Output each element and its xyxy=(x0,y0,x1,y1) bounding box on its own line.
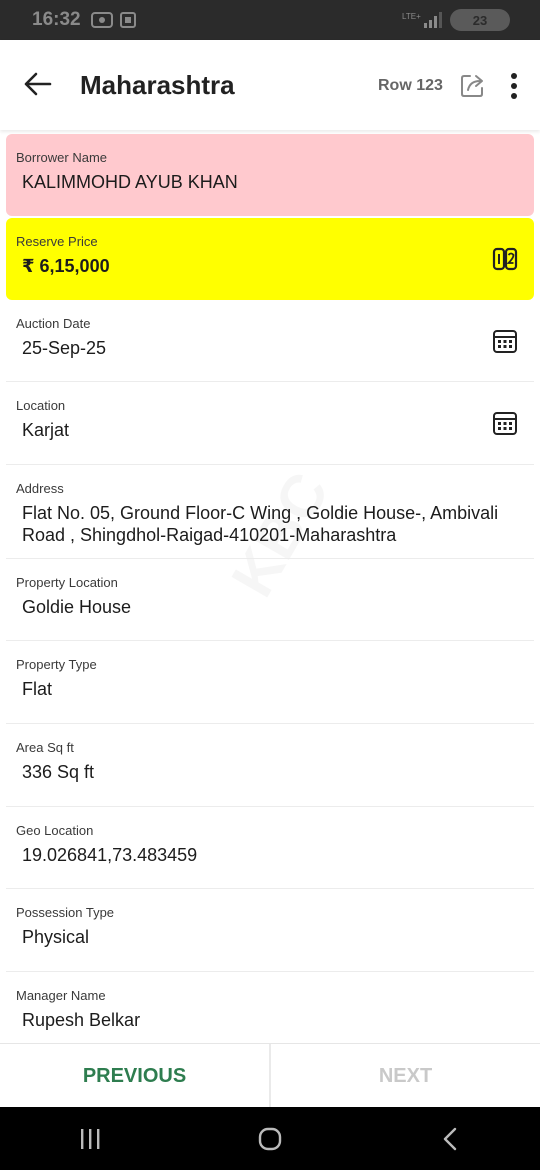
field-label: Geo Location xyxy=(16,823,94,838)
back-button[interactable] xyxy=(20,66,56,102)
number-format-icon xyxy=(492,247,518,271)
notification-icons xyxy=(90,11,137,29)
field-manager-name: Manager Name Rupesh Belkar xyxy=(6,972,534,1047)
record-details: Borrower Name KALIMMOHD AYUB KHAN Reserv… xyxy=(6,134,534,1047)
field-label: Reserve Price xyxy=(16,234,98,249)
calendar-icon xyxy=(493,412,517,435)
status-bar: 16:32 LTE+ 23 xyxy=(0,0,540,40)
battery-indicator: 23 xyxy=(450,9,510,31)
field-label: Possession Type xyxy=(16,905,115,920)
field-label: Auction Date xyxy=(16,316,91,331)
previous-button[interactable]: PREVIOUS xyxy=(0,1044,271,1108)
pagination-bar: PREVIOUS NEXT xyxy=(0,1043,540,1108)
field-value[interactable]: Flat xyxy=(16,678,524,700)
field-label: Manager Name xyxy=(16,988,106,1003)
field-value[interactable]: Flat No. 05, Ground Floor-C Wing , Goldi… xyxy=(16,502,524,546)
field-possession-type: Possession Type Physical xyxy=(6,889,534,972)
page-title: Maharashtra xyxy=(80,70,235,100)
field-location: Location Karjat xyxy=(6,382,534,465)
field-label: Location xyxy=(16,398,66,413)
svg-text:LTE+: LTE+ xyxy=(402,12,421,21)
status-right: LTE+ 23 xyxy=(402,9,510,31)
home-icon xyxy=(258,1127,282,1150)
field-value[interactable]: 336 Sq ft xyxy=(16,761,524,783)
field-label: Property Type xyxy=(16,657,97,672)
field-value[interactable]: 25-Sep-25 xyxy=(16,337,524,359)
calendar-button[interactable] xyxy=(492,410,518,436)
recents-button[interactable] xyxy=(70,1119,110,1159)
app-header: Maharashtra Row 123 xyxy=(0,40,540,130)
status-time: 16:32 xyxy=(32,9,81,30)
field-value[interactable]: ₹ 6,15,000 xyxy=(16,255,524,277)
field-value[interactable]: Rupesh Belkar xyxy=(16,1009,524,1031)
field-geo-location: Geo Location 19.026841,73.483459 xyxy=(6,807,534,889)
field-property-location: Property Location Goldie House xyxy=(6,559,534,641)
row-indicator: Row 123 xyxy=(378,77,443,94)
signal-icon: LTE+ xyxy=(402,12,442,28)
field-label: Area Sq ft xyxy=(16,740,74,755)
system-navigation-bar xyxy=(0,1107,540,1170)
status-left: 16:32 xyxy=(32,9,137,31)
screenshot-icon xyxy=(119,12,136,28)
field-value[interactable]: Physical xyxy=(16,926,524,948)
notification-app-icon xyxy=(90,12,113,28)
more-vert-icon xyxy=(511,73,517,99)
field-reserve-price: Reserve Price ₹ 6,15,000 xyxy=(6,218,534,300)
overflow-menu-button[interactable] xyxy=(506,71,522,101)
field-area: Area Sq ft 336 Sq ft xyxy=(6,724,534,807)
field-value[interactable]: Karjat xyxy=(16,419,524,441)
system-back-button[interactable] xyxy=(430,1119,470,1159)
field-borrower-name: Borrower Name KALIMMOHD AYUB KHAN xyxy=(6,134,534,216)
field-value[interactable]: KALIMMOHD AYUB KHAN xyxy=(16,171,524,193)
recents-icon xyxy=(81,1128,100,1149)
share-icon xyxy=(461,75,483,97)
field-label: Borrower Name xyxy=(16,150,108,165)
calendar-icon xyxy=(493,330,517,353)
field-value[interactable]: Goldie House xyxy=(16,596,524,618)
field-auction-date: Auction Date 25-Sep-25 xyxy=(6,300,534,382)
home-button[interactable] xyxy=(250,1119,290,1159)
share-button[interactable] xyxy=(458,70,488,100)
field-label: Property Location xyxy=(16,575,118,590)
chevron-left-icon xyxy=(443,1127,457,1150)
next-button[interactable]: NEXT xyxy=(271,1044,540,1108)
field-address: Address Flat No. 05, Ground Floor-C Wing… xyxy=(6,465,534,559)
number-format-button[interactable] xyxy=(492,246,518,272)
field-value[interactable]: 19.026841,73.483459 xyxy=(16,844,524,866)
arrow-left-icon xyxy=(24,72,52,96)
field-property-type: Property Type Flat xyxy=(6,641,534,724)
field-label: Address xyxy=(16,481,64,496)
calendar-button[interactable] xyxy=(492,328,518,354)
